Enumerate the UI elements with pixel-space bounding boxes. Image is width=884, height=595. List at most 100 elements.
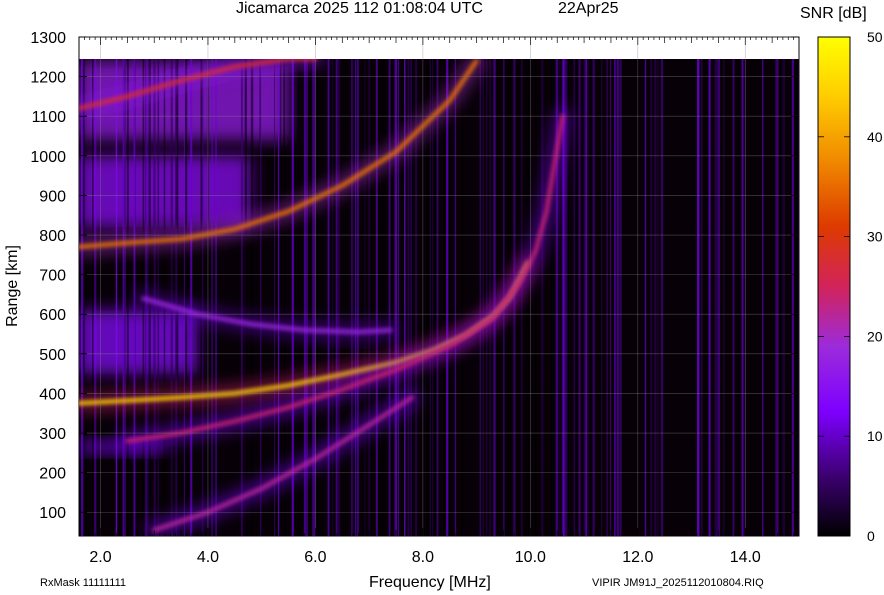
interference-stripe	[588, 59, 590, 536]
interference-stripe	[619, 59, 622, 536]
interference-stripe	[454, 59, 457, 536]
x-tick-label: 4.0	[197, 549, 219, 566]
interference-stripe	[592, 59, 595, 536]
interference-stripe	[398, 59, 400, 536]
interference-stripe	[521, 59, 523, 536]
interference-stripe	[762, 59, 764, 536]
interference-stripe	[92, 59, 94, 536]
interference-stripe	[583, 59, 586, 536]
y-tick-label: 300	[39, 426, 66, 443]
interference-stripe	[722, 59, 725, 536]
y-tick-label: 1100	[32, 109, 67, 126]
interference-stripe	[534, 59, 537, 536]
x-tick-label: 6.0	[304, 549, 326, 566]
interference-stripe	[375, 59, 378, 536]
rxmask-label: RxMask 11111111	[40, 577, 127, 589]
interference-stripe	[717, 59, 720, 536]
colorbar	[817, 36, 851, 537]
interference-stripe	[732, 59, 735, 536]
interference-stripe	[170, 59, 173, 536]
chart-title: Jicamarca 2025 112 01:08:04 UTC	[236, 0, 483, 17]
interference-stripe	[614, 59, 616, 536]
y-tick-label: 1000	[30, 149, 66, 166]
y-tick-label: 1300	[30, 30, 66, 47]
interference-stripe	[183, 59, 185, 536]
colorbar-tick-label: 40	[867, 129, 883, 145]
interference-stripe	[708, 59, 711, 536]
interference-stripe	[184, 59, 187, 536]
interference-stripe	[355, 59, 357, 536]
interference-stripe	[175, 59, 178, 536]
interference-stripe	[274, 59, 276, 536]
x-tick-label: 8.0	[412, 549, 434, 566]
interference-stripe	[578, 59, 581, 536]
interference-stripe	[283, 59, 286, 536]
interference-stripe	[259, 59, 261, 536]
y-tick-label: 800	[39, 228, 66, 245]
interference-stripe	[446, 59, 449, 536]
interference-stripe	[351, 59, 353, 536]
interference-stripe	[600, 59, 603, 536]
interference-stripe	[368, 59, 371, 536]
y-tick-label: 200	[39, 466, 66, 483]
interference-stripe	[395, 59, 398, 536]
interference-stripe	[380, 59, 383, 536]
x-tick-label: 12.0	[622, 549, 653, 566]
interference-stripe	[364, 59, 366, 536]
interference-stripe	[660, 59, 664, 536]
interference-stripe	[432, 59, 434, 536]
interference-stripe	[327, 59, 330, 536]
y-tick-label: 100	[39, 505, 66, 522]
interference-stripe	[190, 59, 193, 536]
interference-stripe	[126, 59, 129, 536]
chart-date: 22Apr25	[558, 0, 619, 17]
colorbar-tick-label: 10	[867, 428, 883, 444]
interference-stripe	[486, 59, 488, 536]
y-tick-label: 900	[39, 188, 66, 205]
interference-stripe	[82, 59, 85, 536]
interference-stripe	[525, 59, 528, 536]
interference-stripe	[782, 59, 785, 536]
colorbar-tick-label: 20	[867, 328, 883, 344]
interference-stripe	[482, 59, 484, 536]
interference-stripe	[338, 59, 340, 536]
interference-stripe	[124, 59, 126, 536]
y-axis-label: Range [km]	[3, 245, 21, 327]
interference-stripe	[94, 59, 97, 536]
interference-stripe	[358, 59, 360, 536]
interference-stripe	[244, 59, 248, 536]
y-tick-label: 1200	[30, 70, 66, 87]
interference-stripe	[279, 59, 282, 536]
interference-stripe	[331, 59, 333, 536]
y-tick-label: 600	[39, 307, 66, 324]
interference-stripe	[493, 59, 496, 536]
colorbar-tick-label: 30	[867, 229, 883, 245]
interference-stripe	[332, 59, 335, 536]
y-tick-label: 500	[39, 347, 66, 364]
colorbar-tick-label: 0	[867, 528, 875, 544]
x-tick-label: 10.0	[515, 549, 546, 566]
interference-stripe	[701, 59, 703, 536]
interference-stripe	[277, 59, 280, 536]
interference-stripe	[792, 59, 794, 536]
x-axis-label: Frequency [MHz]	[369, 574, 491, 591]
interference-stripe	[404, 59, 406, 536]
interference-stripe	[461, 59, 464, 536]
interference-stripe	[449, 59, 451, 536]
interference-stripe	[200, 59, 203, 536]
heatmap-area	[79, 59, 799, 536]
interference-stripe	[335, 59, 338, 536]
colorbar-tick-label: 50	[867, 29, 883, 45]
interference-stripe	[741, 59, 744, 536]
interference-stripe	[382, 59, 385, 536]
interference-stripe	[644, 59, 647, 536]
interference-stripe	[616, 59, 619, 536]
interference-stripe	[115, 59, 118, 536]
interference-stripe	[388, 59, 391, 536]
interference-stripe	[539, 59, 541, 536]
colorbar-label: SNR [dB]	[800, 5, 867, 22]
interference-stripe	[443, 59, 446, 536]
interference-stripe	[697, 59, 700, 536]
interference-stripe	[650, 59, 653, 536]
y-tick-label: 700	[39, 268, 66, 285]
